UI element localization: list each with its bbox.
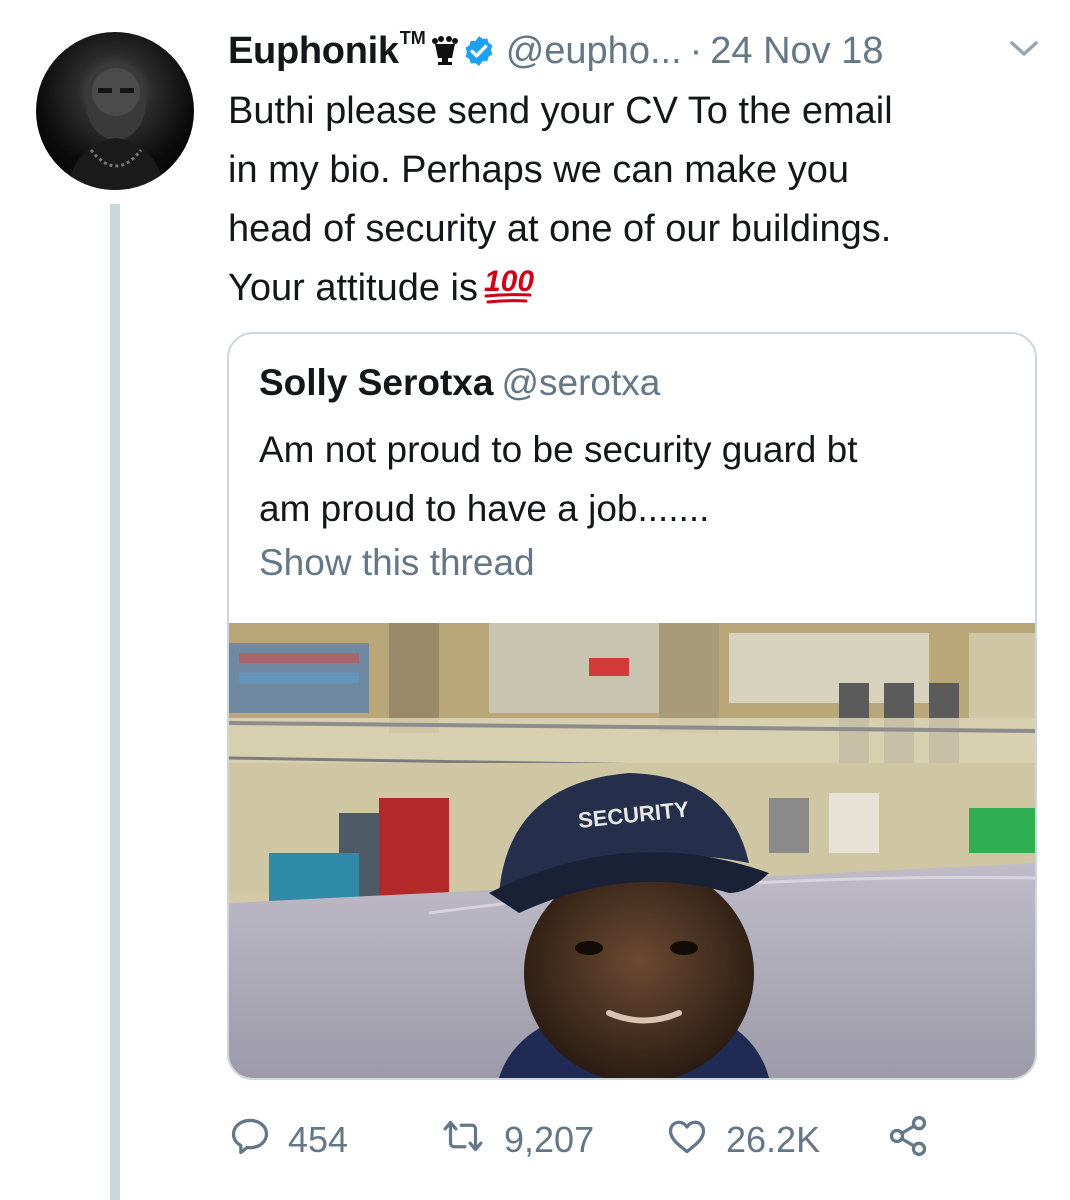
author-handle[interactable]: @eupho... <box>506 30 682 73</box>
tweet-text: Buthi please send your CV To the email i… <box>228 82 1048 324</box>
quoted-tweet-card[interactable]: Solly Serotxa @serotxa Am not proud to be… <box>227 332 1037 1080</box>
tweet-date[interactable]: 24 Nov 18 <box>710 30 883 73</box>
crown-icon <box>431 36 458 66</box>
tweet-text-line: head of security at one of our buildings… <box>228 208 892 250</box>
tweet-text-line: Your attitude is <box>228 267 478 309</box>
chevron-down-icon[interactable] <box>1008 38 1040 65</box>
share-button[interactable] <box>884 1110 932 1170</box>
quoted-tweet-header: Solly Serotxa @serotxa <box>259 362 660 404</box>
verified-badge-icon <box>462 34 496 68</box>
retweet-button[interactable]: 9,207 <box>438 1110 594 1170</box>
share-icon <box>884 1114 932 1167</box>
quoted-tweet-photo[interactable]: SECURITY <box>229 623 1035 1078</box>
reply-icon <box>228 1114 272 1167</box>
reply-button[interactable]: 454 <box>228 1110 348 1170</box>
quoted-author-handle: @serotxa <box>501 362 661 403</box>
like-button[interactable]: 26.2K <box>664 1110 820 1170</box>
thread-connector-line <box>110 204 120 1200</box>
quoted-text-line: am proud to have a job....... <box>259 488 710 529</box>
trademark-sup: TM <box>399 27 426 48</box>
quoted-tweet-text: Am not proud to be security guard bt am … <box>259 420 1009 538</box>
like-count: 26.2K <box>726 1119 821 1160</box>
retweet-icon <box>438 1114 488 1167</box>
emoji-100-text: 100 <box>484 265 534 298</box>
author-avatar[interactable] <box>36 32 194 190</box>
quoted-author-name: Solly Serotxa <box>259 362 494 403</box>
quoted-text-line: Am not proud to be security guard bt <box>259 429 858 470</box>
author-name[interactable]: Euphonik <box>228 30 399 73</box>
reply-count: 454 <box>288 1119 349 1160</box>
show-thread-link[interactable]: Show this thread <box>259 542 535 584</box>
like-icon <box>664 1114 710 1167</box>
retweet-count: 9,207 <box>504 1119 595 1160</box>
hundred-points-emoji-icon: 100 <box>482 264 534 324</box>
tweet-header: Euphonik TM @eupho... · 24 Nov 18 <box>228 26 1048 76</box>
tweet-text-line: Buthi please send your CV To the email <box>228 90 893 132</box>
separator-dot: · <box>689 29 703 72</box>
tweet-text-line: in my bio. Perhaps we can make you <box>228 149 849 191</box>
tweet-action-bar: 454 9,207 26.2K <box>228 1110 1048 1170</box>
